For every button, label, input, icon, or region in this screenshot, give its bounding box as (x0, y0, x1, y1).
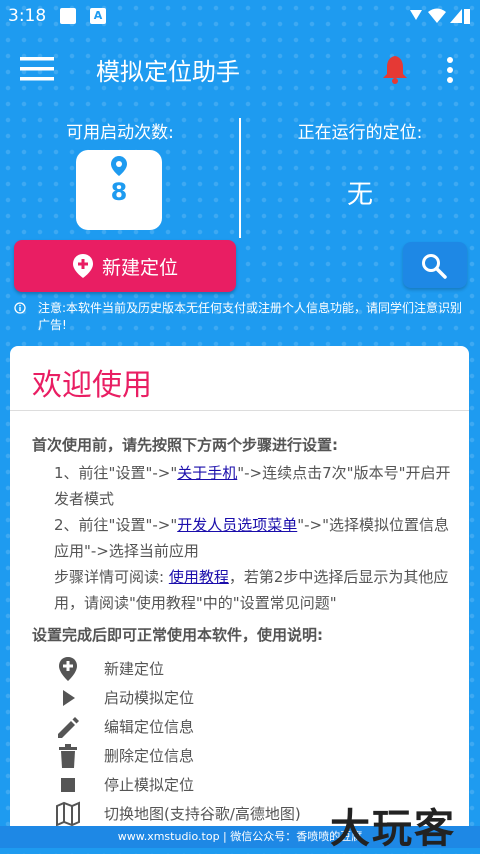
running-label: 正在运行的定位: (297, 123, 423, 143)
stop-icon (61, 778, 75, 792)
add-location-icon (73, 254, 93, 278)
setup-intro: 首次使用前，请先按照下方两个步骤进行设置: (32, 436, 339, 454)
card-divider (10, 410, 469, 411)
map-icon (56, 801, 80, 827)
app-title: 模拟定位助手 (96, 58, 240, 86)
status-bar: 3:18 A (0, 0, 480, 32)
step-3-text-a: 步骤详情可阅读: (54, 568, 169, 586)
usage-title: 设置完成后即可正常使用本软件，使用说明: (32, 626, 324, 644)
status-time: 3:18 (8, 6, 47, 26)
usage-item: 停止模拟定位 (54, 770, 454, 799)
quota-count: 8 (110, 178, 128, 206)
play-icon (63, 690, 75, 706)
quota-card: 8 (76, 150, 162, 230)
setup-step-2: 2、前往"设置"->"开发人员选项菜单"->"选择模拟位置信息应用"->选择当前… (54, 512, 454, 564)
pencil-icon (58, 717, 79, 738)
usage-label: 删除定位信息 (104, 747, 195, 765)
wifi-icon (428, 8, 446, 23)
usage-item: 启动模拟定位 (54, 683, 454, 712)
step-1-text-a: 1、前往"设置"->" (54, 464, 178, 482)
usage-label: 切换地图(支持谷歌/高德地图) (104, 805, 301, 823)
notification-icon (60, 8, 76, 24)
search-button[interactable] (403, 242, 467, 288)
battery-icon (464, 9, 470, 24)
usage-label: 停止模拟定位 (104, 776, 195, 794)
usage-item: 编辑定位信息 (54, 712, 454, 741)
watermark: 大玩客 (330, 806, 456, 852)
bell-icon[interactable] (380, 54, 410, 84)
info-icon (14, 302, 26, 314)
add-location-icon (59, 657, 77, 681)
welcome-card: 欢迎使用 首次使用前，请先按照下方两个步骤进行设置: 1、前往"设置"->"关于… (10, 346, 469, 836)
signal-icon (410, 10, 422, 20)
usage-item: 删除定位信息 (54, 741, 454, 770)
step-2-text-a: 2、前往"设置"->" (54, 516, 178, 534)
setup-step-3: 步骤详情可阅读: 使用教程，若第2步中选择后显示为其他应用，请阅读"使用教程"中… (54, 564, 454, 616)
usage-label: 新建定位 (104, 660, 165, 678)
running-location-panel: 正在运行的定位: 无 (240, 118, 480, 210)
system-status-icons (410, 8, 470, 24)
notice-text: 注意:本软件当前及历史版本无任何支付或注册个人信息功能，请同学们注意识别广告! (38, 301, 463, 332)
tutorial-link[interactable]: 使用教程 (169, 568, 229, 586)
welcome-title: 欢迎使用 (32, 368, 152, 403)
running-value: 无 (346, 180, 373, 210)
menu-icon[interactable] (20, 56, 54, 82)
search-icon (422, 254, 447, 279)
cell-icon (450, 9, 462, 23)
setup-step-1: 1、前往"设置"->"关于手机"->连续点击7次"版本号"开启开发者模式 (54, 460, 454, 512)
app-notification-icon: A (90, 8, 106, 24)
more-options-icon[interactable] (440, 56, 460, 84)
new-location-button[interactable]: 新建定位 (14, 240, 236, 292)
usage-item: 新建定位 (54, 654, 454, 683)
about-phone-link[interactable]: 关于手机 (177, 464, 237, 482)
location-pin-icon (111, 156, 127, 176)
usage-label: 启动模拟定位 (104, 689, 195, 707)
app-bar: 模拟定位助手 (0, 40, 480, 96)
usage-label: 编辑定位信息 (104, 718, 195, 736)
launch-quota-panel: 可用启动次数: 8 (0, 118, 240, 230)
new-location-label: 新建定位 (102, 257, 179, 279)
developer-options-link[interactable]: 开发人员选项菜单 (177, 516, 297, 534)
quota-label: 可用启动次数: (66, 123, 174, 143)
trash-icon (59, 744, 77, 768)
